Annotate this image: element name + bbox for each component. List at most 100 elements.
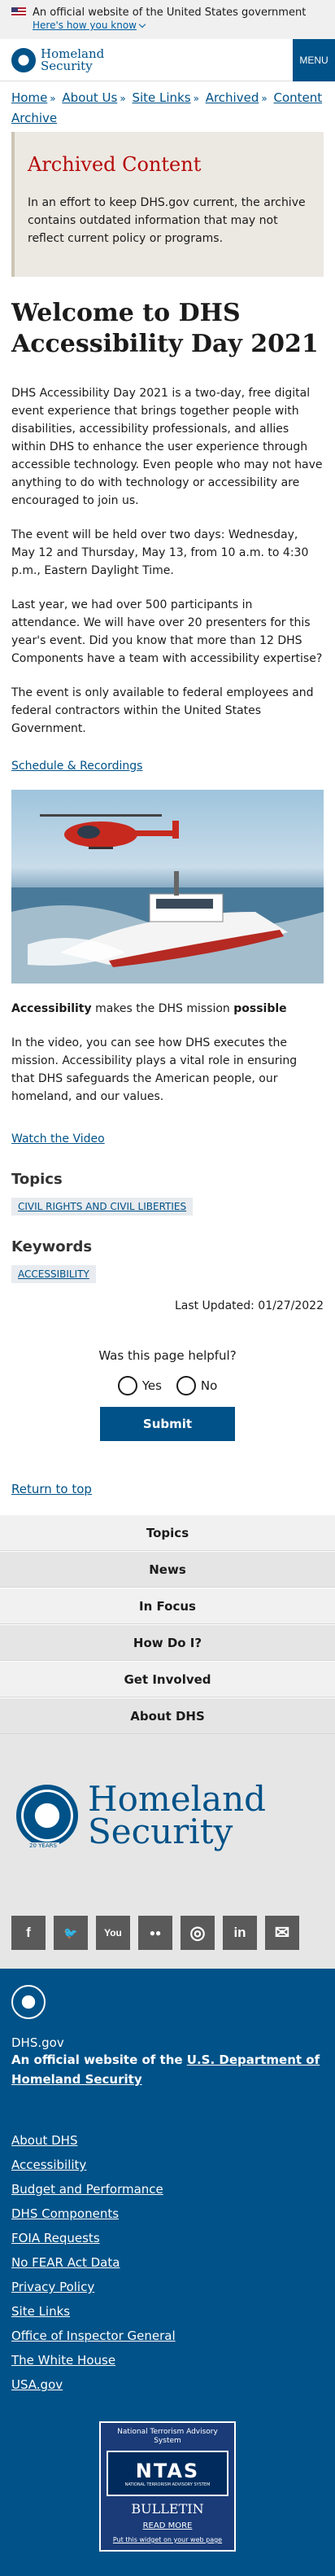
footer-link-white-house[interactable]: The White House [11,2348,324,2372]
breadcrumb-separator-icon: » [193,93,199,104]
ntas-read-more-link[interactable]: READ MORE [143,2521,193,2530]
footer-link-no-fear[interactable]: No FEAR Act Data [11,2250,324,2275]
coast-guard-photo [11,790,324,984]
how-you-know-link[interactable]: Here's how you know [33,20,324,31]
footer-link-budget[interactable]: Budget and Performance [11,2177,324,2201]
breadcrumb-archived[interactable]: Archived [206,90,259,105]
logo-text: Homeland Security [41,47,104,73]
radio-no[interactable] [176,1376,196,1395]
keywords-label: Keywords [11,1238,93,1255]
us-flag-icon [11,7,26,17]
ntas-badge: NTAS NATIONAL TERRORISM ADVISORY SYSTEM [107,2451,228,2496]
footer-nav-topics[interactable]: Topics [0,1514,335,1551]
footer-logo[interactable]: 20 YEARS Homeland Security [0,1734,335,1897]
gov-banner: An official website of the United States… [0,0,335,39]
feedback-question: Was this page helpful? [98,1348,237,1363]
ntas-bulletin: BULLETIN [131,2501,204,2517]
feedback-no-option[interactable]: No [176,1376,217,1395]
footer-official-statement: An official website of the U.S. Departme… [11,2050,324,2089]
last-updated: Last Updated: 01/27/2022 [174,1299,324,1312]
breadcrumb-separator-icon: » [120,93,126,104]
footer-wordmark: Homeland Security [88,1782,266,1851]
instagram-icon[interactable]: ◎ [181,1916,215,1950]
archived-body: In an effort to keep DHS.gov current, th… [28,196,306,245]
radio-yes-label: Yes [141,1378,162,1393]
footer-nav-in-focus[interactable]: In Focus [0,1588,335,1624]
page-feedback: Was this page helpful? Yes No Submit [0,1312,335,1441]
footer-nav-about-dhs[interactable]: About DHS [0,1698,335,1734]
ntas-subtitle: NATIONAL TERRORISM ADVISORY SYSTEM [124,2482,211,2487]
footer-link-components[interactable]: DHS Components [11,2201,324,2226]
page-title: Welcome to DHS Accessibility Day 2021 [11,299,319,358]
event-dates-paragraph: The event will be held over two days: We… [11,528,309,577]
watch-video-link[interactable]: Watch the Video [11,1130,324,1148]
caption-middle: makes the DHS mission [91,1002,234,1015]
archived-title: Archived Content [28,153,202,176]
footer-wordmark-line-2: Security [88,1812,233,1851]
email-icon[interactable]: ✉ [265,1916,299,1950]
ntas-title: National Terrorism Advisory System [117,2428,218,2445]
video-description: In the video, you can see how DHS execut… [11,1036,298,1103]
ntas-widget-link[interactable]: Put this widget on your web page [106,2536,229,2543]
caption-bold-possible: possible [233,1002,287,1015]
ntas-widget[interactable]: National Terrorism Advisory System NTAS … [99,2421,236,2552]
chevron-down-icon [138,20,146,28]
breadcrumb-about-us[interactable]: About Us [62,90,117,105]
dhs-logo-link[interactable]: Homeland Security [0,47,104,73]
footer-link-accessibility[interactable]: Accessibility [11,2153,324,2177]
dhs-seal-icon [11,1985,46,2019]
facebook-icon[interactable]: f [11,1916,46,1950]
footer-link-about-dhs[interactable]: About DHS [11,2128,324,2153]
flickr-icon[interactable]: ●● [138,1916,172,1950]
breadcrumb-separator-icon: » [261,93,268,104]
boat-helicopter-illustration [11,814,324,984]
footer-nav-get-involved[interactable]: Get Involved [0,1661,335,1698]
gov-banner-text: An official website of the United States… [33,6,307,19]
footer-link-site-links[interactable]: Site Links [11,2299,324,2324]
breadcrumb-home[interactable]: Home [11,90,47,105]
logo-line-2: Security [41,58,93,73]
footer-nav: Topics News In Focus How Do I? Get Invol… [0,1514,335,1734]
menu-button[interactable]: MENU [293,38,335,81]
dhs-seal-icon [11,47,36,72]
feedback-yes-option[interactable]: Yes [117,1376,162,1395]
youtube-icon[interactable]: You [96,1916,130,1950]
ntas-logo: NTAS [135,2460,200,2482]
eligibility-paragraph: The event is only available to federal e… [11,686,314,735]
breadcrumb: Home» About Us» Site Links» Archived» Co… [0,81,335,125]
caption-bold-accessibility: Accessibility [11,1002,92,1015]
keyword-tag-accessibility[interactable]: ACCESSIBILITY [11,1265,96,1283]
linkedin-icon[interactable]: in [223,1916,257,1950]
archived-notice: Archived Content In an effort to keep DH… [11,132,324,277]
footer-domain: DHS.gov [11,2035,64,2050]
topic-tag-civil-rights[interactable]: CIVIL RIGHTS AND CIVIL LIBERTIES [11,1198,194,1216]
seal-years-label: 20 YEARS [27,1842,59,1849]
breadcrumb-separator-icon: » [50,93,56,104]
dhs-seal-20-years-icon: 20 YEARS [16,1785,78,1849]
site-header: Homeland Security MENU [0,38,335,81]
breadcrumb-site-links[interactable]: Site Links [132,90,190,105]
radio-yes[interactable] [117,1376,137,1395]
site-footer: DHS.gov An official website of the U.S. … [0,1969,335,2576]
footer-link-usa-gov[interactable]: USA.gov [11,2372,324,2397]
how-you-know-label[interactable]: Here's how you know [33,20,137,31]
radio-no-label: No [200,1378,218,1393]
feedback-options: Yes No [0,1376,335,1395]
main-content: DHS Accessibility Day 2021 is a two-day,… [0,384,335,775]
attendance-paragraph: Last year, we had over 500 participants … [11,598,323,665]
twitter-icon[interactable]: 🐦 [54,1916,88,1950]
schedule-recordings-link[interactable]: Schedule & Recordings [11,757,324,775]
video-section: Accessibility makes the DHS mission poss… [0,1000,335,1148]
social-links: f 🐦 You ●● ◎ in ✉ [0,1897,335,1969]
footer-nav-news[interactable]: News [0,1551,335,1588]
submit-button[interactable]: Submit [100,1407,235,1441]
footer-nav-how-do-i[interactable]: How Do I? [0,1624,335,1661]
footer-link-foia[interactable]: FOIA Requests [11,2226,324,2250]
footer-link-privacy[interactable]: Privacy Policy [11,2275,324,2299]
footer-links: About DHS Accessibility Budget and Perfo… [11,2128,324,2397]
footer-link-oig[interactable]: Office of Inspector General [11,2324,324,2348]
photo-caption: Accessibility makes the DHS mission poss… [11,1000,324,1018]
official-prefix: An official website of the [11,2052,187,2067]
return-to-top-link[interactable]: Return to top [0,1482,335,1496]
intro-paragraph: DHS Accessibility Day 2021 is a two-day,… [11,387,323,507]
